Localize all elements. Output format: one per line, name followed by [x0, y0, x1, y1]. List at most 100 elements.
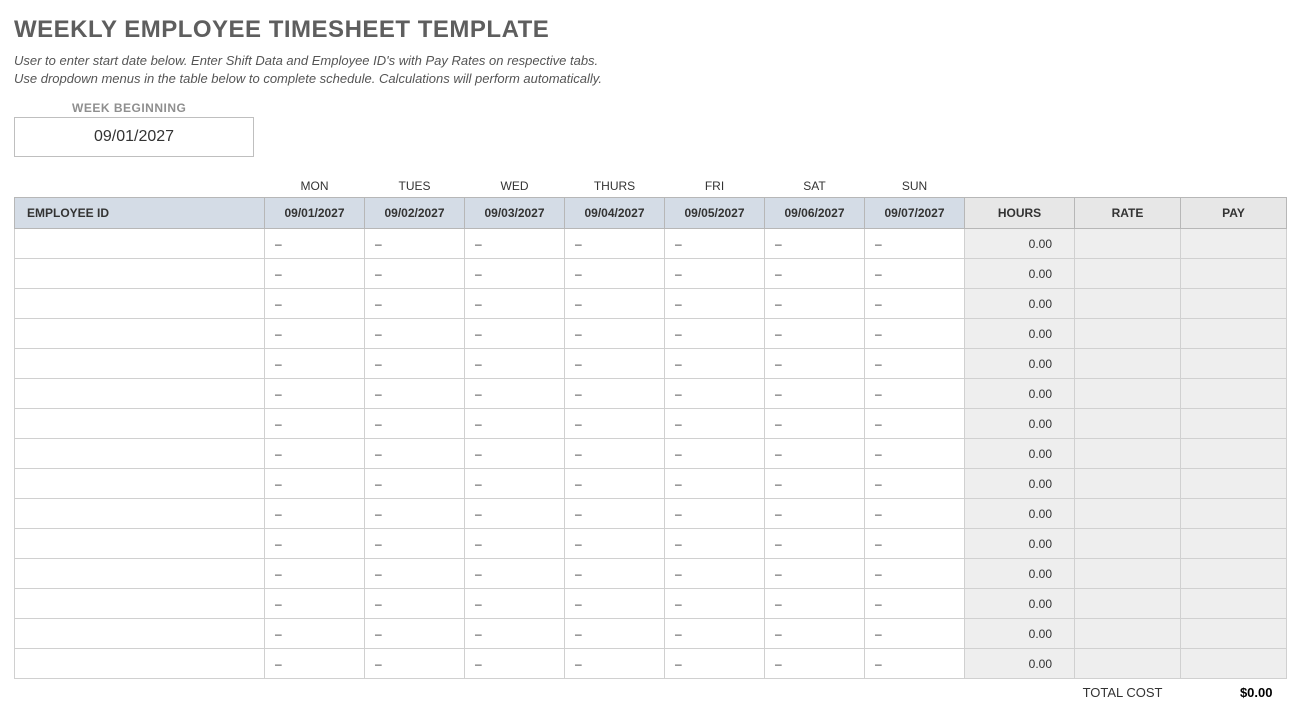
shift-cell[interactable]: – — [665, 409, 765, 439]
shift-cell[interactable]: – — [465, 499, 565, 529]
shift-cell[interactable]: – — [465, 439, 565, 469]
employee-id-cell[interactable] — [15, 439, 265, 469]
shift-cell[interactable]: – — [565, 289, 665, 319]
shift-cell[interactable]: – — [365, 289, 465, 319]
shift-cell[interactable]: – — [265, 529, 365, 559]
employee-id-cell[interactable] — [15, 379, 265, 409]
employee-id-cell[interactable] — [15, 349, 265, 379]
shift-cell[interactable]: – — [365, 439, 465, 469]
shift-cell[interactable]: – — [265, 319, 365, 349]
week-beginning-input[interactable]: 09/01/2027 — [14, 117, 254, 157]
shift-cell[interactable]: – — [765, 649, 865, 679]
shift-cell[interactable]: – — [665, 649, 765, 679]
employee-id-cell[interactable] — [15, 559, 265, 589]
shift-cell[interactable]: – — [265, 259, 365, 289]
shift-cell[interactable]: – — [865, 319, 965, 349]
shift-cell[interactable]: – — [865, 289, 965, 319]
shift-cell[interactable]: – — [765, 589, 865, 619]
shift-cell[interactable]: – — [365, 559, 465, 589]
shift-cell[interactable]: – — [865, 409, 965, 439]
employee-id-cell[interactable] — [15, 259, 265, 289]
shift-cell[interactable]: – — [865, 589, 965, 619]
employee-id-cell[interactable] — [15, 619, 265, 649]
employee-id-cell[interactable] — [15, 649, 265, 679]
shift-cell[interactable]: – — [665, 499, 765, 529]
shift-cell[interactable]: – — [565, 589, 665, 619]
shift-cell[interactable]: – — [265, 379, 365, 409]
shift-cell[interactable]: – — [865, 559, 965, 589]
shift-cell[interactable]: – — [265, 649, 365, 679]
shift-cell[interactable]: – — [565, 529, 665, 559]
shift-cell[interactable]: – — [665, 439, 765, 469]
shift-cell[interactable]: – — [265, 589, 365, 619]
shift-cell[interactable]: – — [465, 289, 565, 319]
shift-cell[interactable]: – — [365, 379, 465, 409]
shift-cell[interactable]: – — [665, 259, 765, 289]
employee-id-cell[interactable] — [15, 499, 265, 529]
shift-cell[interactable]: – — [265, 349, 365, 379]
shift-cell[interactable]: – — [365, 409, 465, 439]
shift-cell[interactable]: – — [765, 349, 865, 379]
employee-id-cell[interactable] — [15, 409, 265, 439]
shift-cell[interactable]: – — [565, 229, 665, 259]
shift-cell[interactable]: – — [565, 559, 665, 589]
shift-cell[interactable]: – — [465, 469, 565, 499]
shift-cell[interactable]: – — [465, 259, 565, 289]
shift-cell[interactable]: – — [765, 409, 865, 439]
shift-cell[interactable]: – — [765, 499, 865, 529]
shift-cell[interactable]: – — [365, 349, 465, 379]
employee-id-cell[interactable] — [15, 469, 265, 499]
shift-cell[interactable]: – — [765, 619, 865, 649]
shift-cell[interactable]: – — [365, 619, 465, 649]
shift-cell[interactable]: – — [765, 529, 865, 559]
shift-cell[interactable]: – — [665, 379, 765, 409]
shift-cell[interactable]: – — [865, 439, 965, 469]
shift-cell[interactable]: – — [865, 499, 965, 529]
shift-cell[interactable]: – — [465, 379, 565, 409]
shift-cell[interactable]: – — [865, 229, 965, 259]
shift-cell[interactable]: – — [765, 259, 865, 289]
shift-cell[interactable]: – — [665, 469, 765, 499]
shift-cell[interactable]: – — [665, 619, 765, 649]
shift-cell[interactable]: – — [565, 259, 665, 289]
employee-id-cell[interactable] — [15, 319, 265, 349]
shift-cell[interactable]: – — [665, 559, 765, 589]
shift-cell[interactable]: – — [465, 529, 565, 559]
shift-cell[interactable]: – — [865, 379, 965, 409]
shift-cell[interactable]: – — [765, 469, 865, 499]
shift-cell[interactable]: – — [465, 589, 565, 619]
shift-cell[interactable]: – — [565, 619, 665, 649]
shift-cell[interactable]: – — [865, 619, 965, 649]
shift-cell[interactable]: – — [465, 409, 565, 439]
shift-cell[interactable]: – — [665, 229, 765, 259]
shift-cell[interactable]: – — [365, 259, 465, 289]
shift-cell[interactable]: – — [665, 589, 765, 619]
shift-cell[interactable]: – — [765, 229, 865, 259]
shift-cell[interactable]: – — [365, 529, 465, 559]
shift-cell[interactable]: – — [865, 469, 965, 499]
shift-cell[interactable]: – — [865, 349, 965, 379]
shift-cell[interactable]: – — [765, 559, 865, 589]
employee-id-cell[interactable] — [15, 529, 265, 559]
shift-cell[interactable]: – — [565, 439, 665, 469]
shift-cell[interactable]: – — [865, 649, 965, 679]
shift-cell[interactable]: – — [865, 259, 965, 289]
shift-cell[interactable]: – — [765, 289, 865, 319]
shift-cell[interactable]: – — [665, 529, 765, 559]
shift-cell[interactable]: – — [265, 619, 365, 649]
shift-cell[interactable]: – — [365, 319, 465, 349]
shift-cell[interactable]: – — [365, 499, 465, 529]
shift-cell[interactable]: – — [565, 349, 665, 379]
shift-cell[interactable]: – — [265, 439, 365, 469]
employee-id-cell[interactable] — [15, 589, 265, 619]
shift-cell[interactable]: – — [565, 319, 665, 349]
employee-id-cell[interactable] — [15, 229, 265, 259]
shift-cell[interactable]: – — [465, 229, 565, 259]
shift-cell[interactable]: – — [265, 229, 365, 259]
shift-cell[interactable]: – — [665, 349, 765, 379]
shift-cell[interactable]: – — [365, 589, 465, 619]
employee-id-cell[interactable] — [15, 289, 265, 319]
shift-cell[interactable]: – — [865, 529, 965, 559]
shift-cell[interactable]: – — [265, 409, 365, 439]
shift-cell[interactable]: – — [265, 469, 365, 499]
